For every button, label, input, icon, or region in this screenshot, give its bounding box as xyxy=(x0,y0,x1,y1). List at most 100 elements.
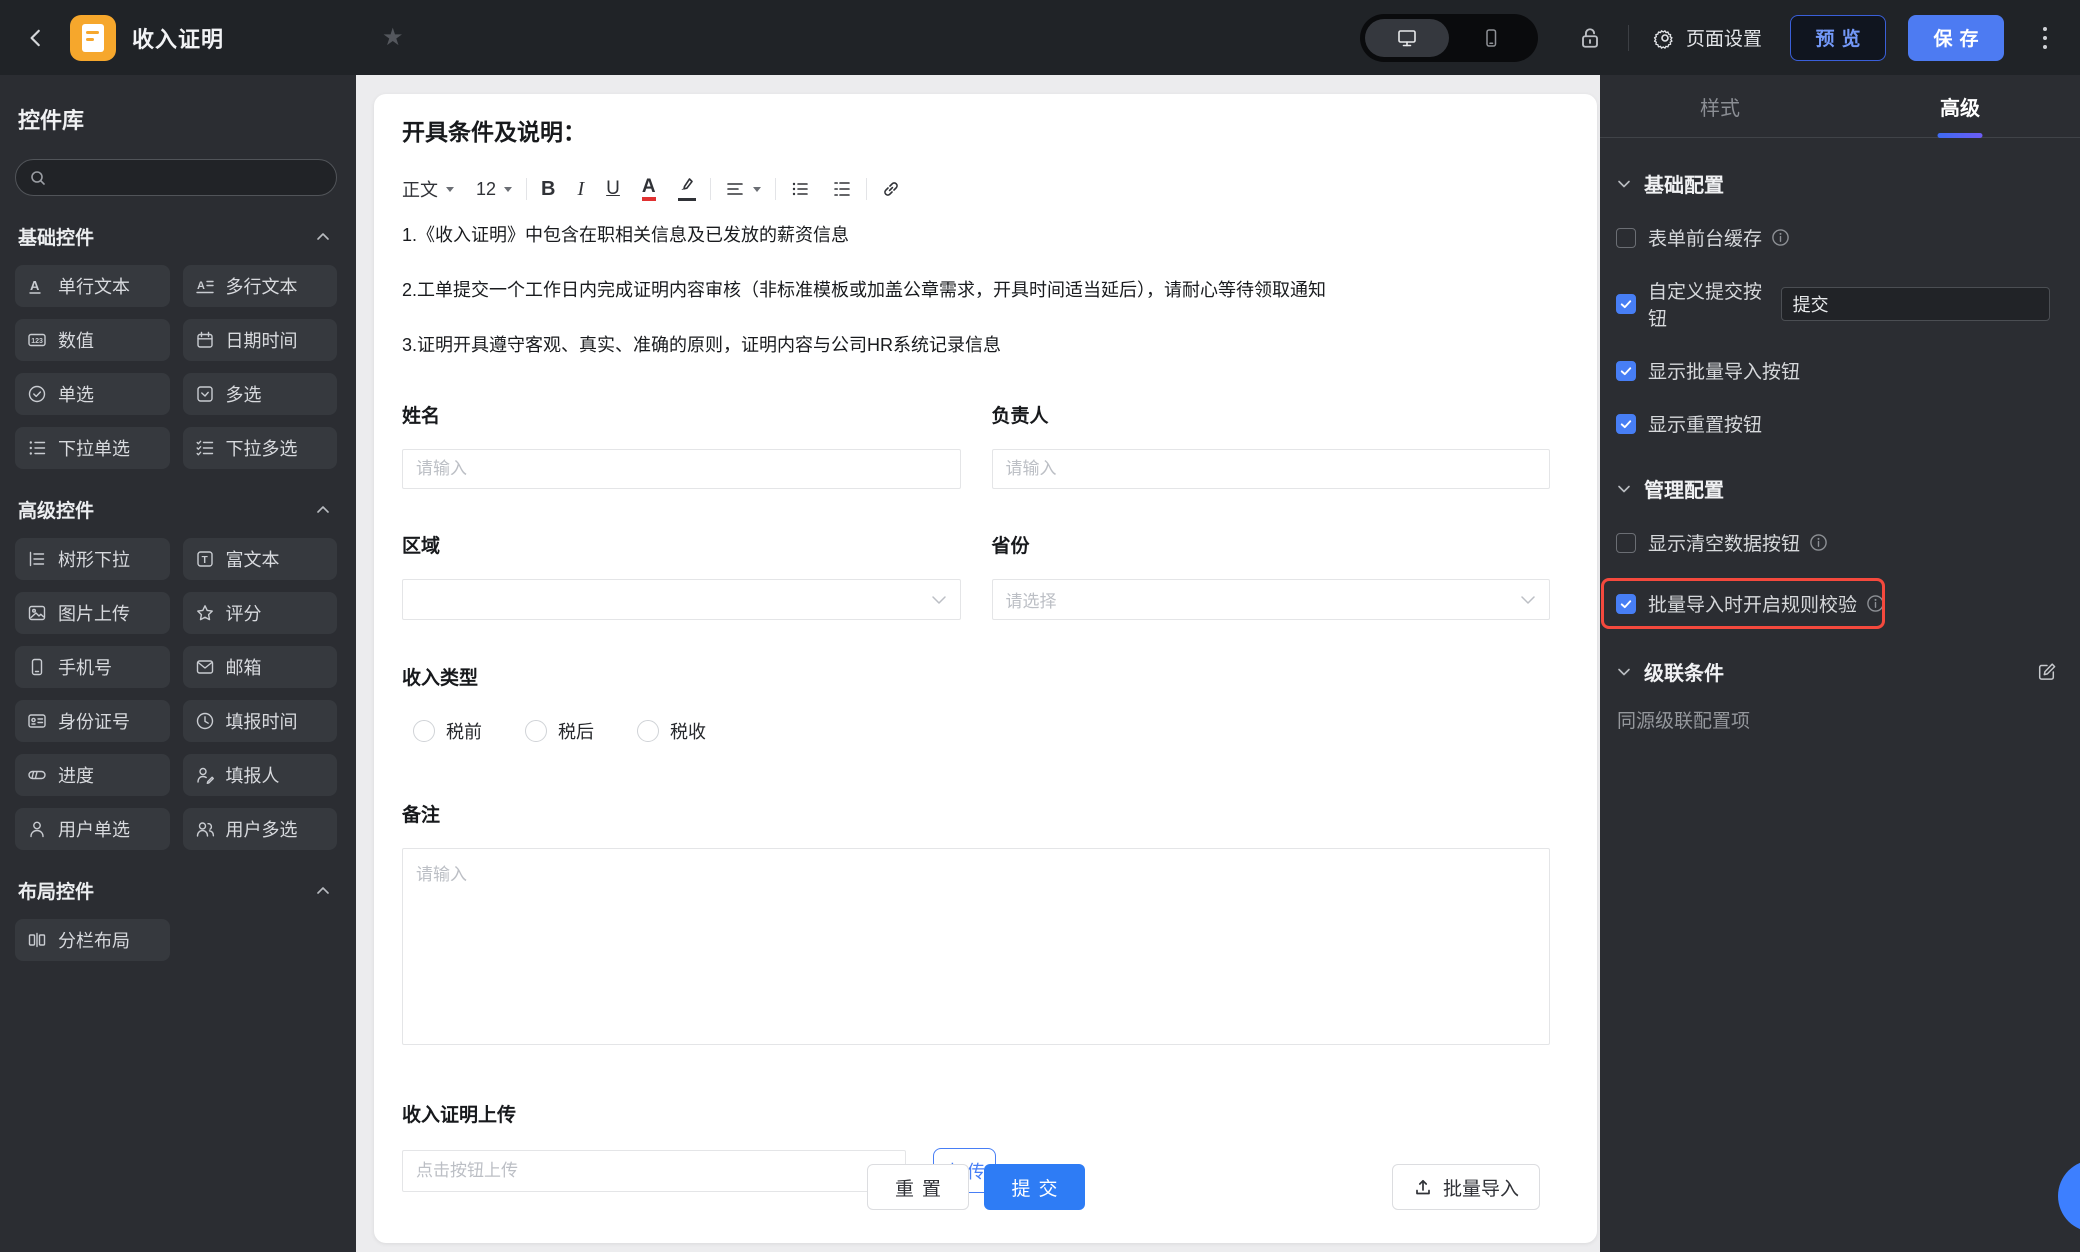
batch-import-validation-checkbox[interactable] xyxy=(1616,593,1636,614)
rich-text-toolbar: 正文 12 B I U A xyxy=(402,174,1550,204)
topbar-divider xyxy=(1627,24,1629,51)
edit-icon[interactable] xyxy=(2036,661,2058,683)
import-upload-icon xyxy=(1416,1179,1430,1195)
link-button[interactable] xyxy=(881,179,901,199)
reset-button[interactable]: 重置 xyxy=(867,1164,969,1210)
owner-input[interactable] xyxy=(991,449,1550,489)
section-basic-widgets[interactable]: 基础控件 xyxy=(15,223,337,250)
bullet-list-icon xyxy=(792,182,808,196)
province-select[interactable]: 请选择 xyxy=(991,579,1550,620)
ordered-list-button[interactable] xyxy=(832,179,852,199)
show-batch-import-checkbox[interactable] xyxy=(1616,360,1636,381)
show-clear-data-checkbox[interactable] xyxy=(1616,532,1636,553)
custom-submit-text-input[interactable] xyxy=(1780,287,2050,321)
widget-multi-line-text[interactable]: A 多行文本 xyxy=(182,265,337,307)
radio-option-pre-tax[interactable]: 税前 xyxy=(402,718,482,744)
star-icon[interactable]: ★ xyxy=(382,23,404,52)
device-toggle[interactable] xyxy=(1359,13,1538,62)
bold-button[interactable]: B xyxy=(541,178,555,201)
italic-button[interactable]: I xyxy=(577,178,584,201)
info-icon[interactable] xyxy=(1866,594,1885,613)
show-reset-checkbox[interactable] xyxy=(1616,413,1636,434)
page-settings-button[interactable]: 页面设置 xyxy=(1653,24,1762,51)
section-manage-config[interactable]: 管理配置 xyxy=(1616,474,2064,503)
widget-column-layout[interactable]: 分栏布局 xyxy=(15,919,170,961)
underline-button[interactable]: U xyxy=(606,178,620,200)
section-label: 高级控件 xyxy=(18,501,95,522)
province-label: 省份 xyxy=(991,536,1030,557)
lock-button[interactable] xyxy=(1576,24,1604,52)
radio-option-tax[interactable]: 税收 xyxy=(626,718,706,744)
widget-rating[interactable]: 评分 xyxy=(182,592,337,634)
chevron-down-icon xyxy=(446,186,454,192)
chevron-down-icon xyxy=(1521,595,1535,604)
bullet-list-button[interactable] xyxy=(790,179,810,199)
chevron-up-icon xyxy=(317,233,329,240)
tab-advanced[interactable]: 高级 xyxy=(1840,75,2080,137)
settings-tabs: 样式 高级 xyxy=(1600,75,2080,138)
single-line-text-icon: A xyxy=(29,278,41,294)
widget-radio[interactable]: 单选 xyxy=(15,373,170,415)
widget-email[interactable]: 邮箱 xyxy=(182,646,337,688)
batch-import-button[interactable]: 批量导入 xyxy=(1391,1164,1540,1210)
gear-icon xyxy=(1653,29,1673,49)
info-icon[interactable] xyxy=(1809,533,1828,552)
form-canvas: 开具条件及说明： 正文 12 B I U A 1.《收入证明》中包含在职相关信息… xyxy=(374,94,1597,1243)
widget-progress[interactable]: 进度 xyxy=(15,754,170,796)
radio-option-post-tax[interactable]: 税后 xyxy=(514,718,594,744)
section-advanced-widgets[interactable]: 高级控件 xyxy=(15,496,337,523)
align-dropdown[interactable] xyxy=(725,179,761,199)
select-multi-icon xyxy=(196,440,213,456)
radio-icon xyxy=(28,385,46,403)
widget-datetime[interactable]: 日期时间 xyxy=(182,319,337,361)
info-icon[interactable] xyxy=(1771,228,1790,247)
tab-style[interactable]: 样式 xyxy=(1600,75,1840,137)
id-card-icon xyxy=(28,714,46,728)
lock-icon xyxy=(1582,27,1598,48)
widget-phone[interactable]: 手机号 xyxy=(15,646,170,688)
remark-textarea[interactable] xyxy=(402,848,1550,1045)
widget-fill-person[interactable]: 填报人 xyxy=(182,754,337,796)
submit-button[interactable]: 提交 xyxy=(984,1164,1085,1210)
widget-user-multi[interactable]: 用户多选 xyxy=(182,808,337,850)
income-type-options: 税前 税后 税收 xyxy=(402,718,1550,744)
preview-button[interactable]: 预览 xyxy=(1790,14,1886,61)
highlight-color-button[interactable] xyxy=(677,177,696,202)
phone-icon xyxy=(31,658,43,676)
save-button[interactable]: 保存 xyxy=(1908,14,2004,61)
radio-icon xyxy=(413,720,435,742)
custom-submit-checkbox[interactable] xyxy=(1616,294,1636,314)
kebab-menu-icon[interactable] xyxy=(2030,18,2060,58)
chevron-down-icon xyxy=(1618,668,1630,675)
widget-image-upload[interactable]: 图片上传 xyxy=(15,592,170,634)
widget-id-card[interactable]: 身份证号 xyxy=(15,700,170,742)
section-cascade-conditions[interactable]: 级联条件 xyxy=(1616,657,2064,686)
field-income-type: 收入类型 税前 税后 税收 xyxy=(402,663,1550,744)
widget-user-single[interactable]: 用户单选 xyxy=(15,808,170,850)
widget-fill-time[interactable]: 填报时间 xyxy=(182,700,337,742)
widget-select-single[interactable]: 下拉单选 xyxy=(15,427,170,469)
widget-number[interactable]: 123 数值 xyxy=(15,319,170,361)
name-input[interactable] xyxy=(402,449,961,489)
section-layout-widgets[interactable]: 布局控件 xyxy=(15,877,337,904)
section-label: 布局控件 xyxy=(18,882,95,903)
font-size-dropdown[interactable]: 12 xyxy=(476,179,513,200)
widget-tree-select[interactable]: 树形下拉 xyxy=(15,538,170,580)
desktop-toggle[interactable] xyxy=(1364,18,1449,57)
paragraph-style-dropdown[interactable]: 正文 xyxy=(402,176,454,202)
image-upload-icon xyxy=(28,605,46,621)
section-basic-config[interactable]: 基础配置 xyxy=(1616,169,2064,198)
topbar: 收入证明 ★ 页面设置 预览 保存 xyxy=(0,0,2080,75)
widget-rich-text[interactable]: T 富文本 xyxy=(182,538,337,580)
mobile-toggle[interactable] xyxy=(1449,19,1533,57)
font-color-button[interactable]: A xyxy=(641,177,656,201)
toolbar-divider xyxy=(865,178,867,200)
form-cache-checkbox[interactable] xyxy=(1616,227,1636,248)
region-select[interactable] xyxy=(402,579,961,620)
widget-search-input[interactable] xyxy=(15,159,337,196)
widget-single-line-text[interactable]: A 单行文本 xyxy=(15,265,170,307)
widget-select-multi[interactable]: 下拉多选 xyxy=(182,427,337,469)
widget-checkbox[interactable]: 多选 xyxy=(182,373,337,415)
notice-line-2: 2.工单提交一个工作日内完成证明内容审核（非标准模板或加盖公章需求，开具时间适当… xyxy=(402,280,1327,300)
back-button[interactable] xyxy=(16,18,56,58)
